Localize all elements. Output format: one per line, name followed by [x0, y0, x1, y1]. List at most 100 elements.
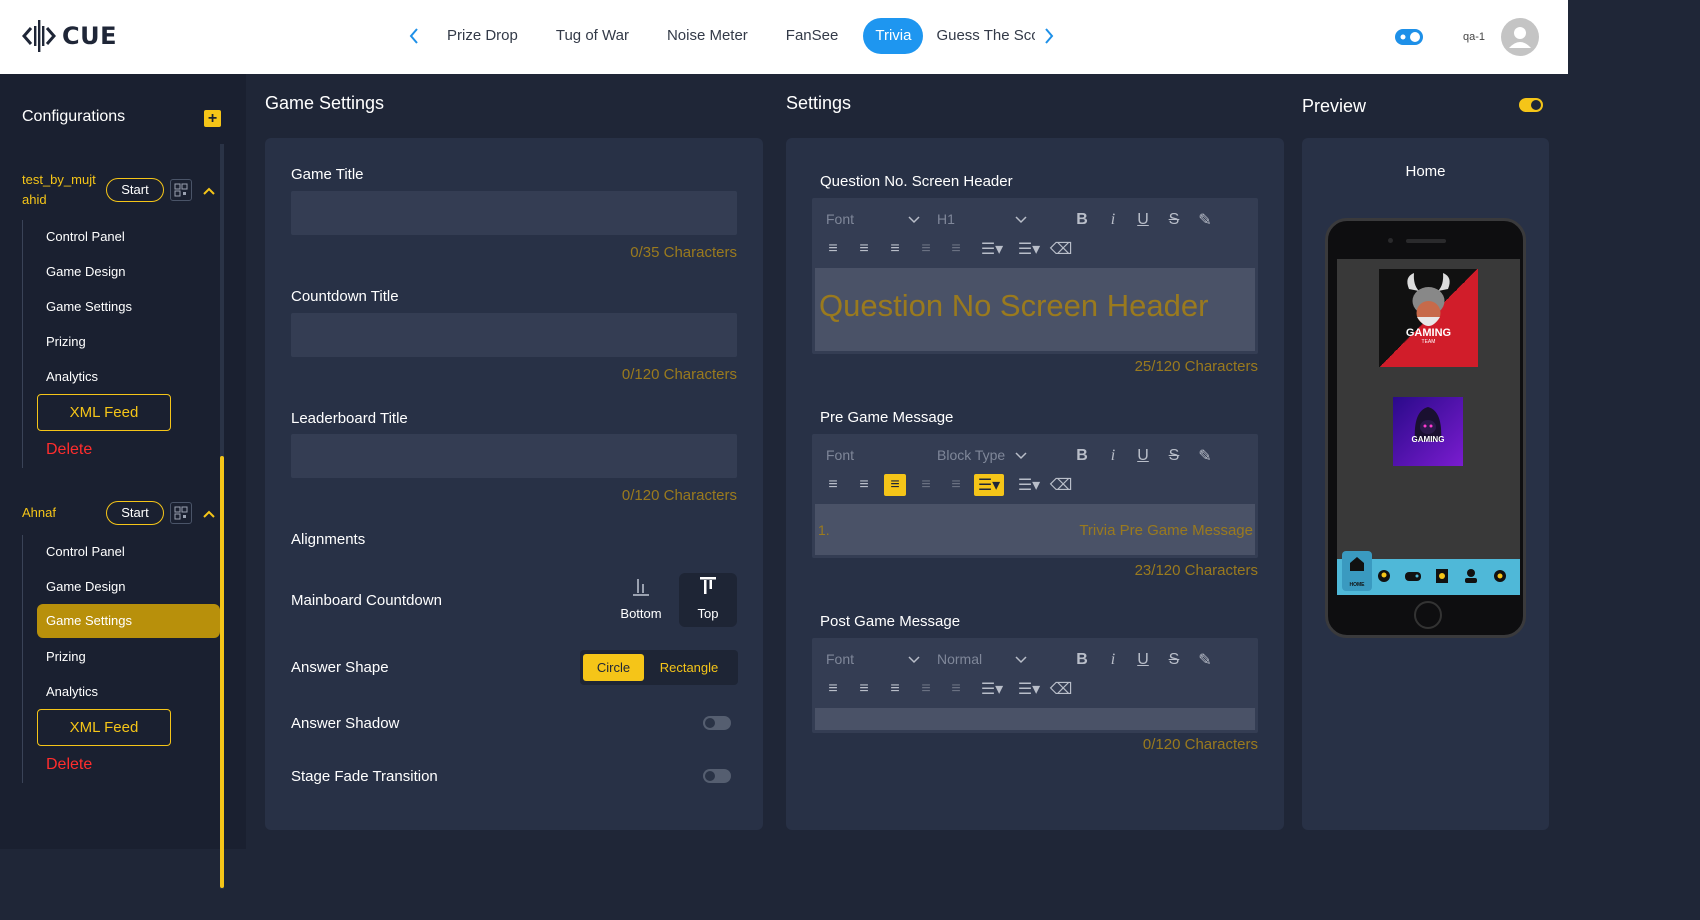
block-type-dropdown[interactable]: Normal — [937, 651, 982, 667]
eraser-icon[interactable]: ⌫ — [1050, 678, 1073, 700]
highlight-icon[interactable]: ✎ — [1194, 649, 1216, 671]
leaderboard-title-input[interactable] — [291, 434, 737, 478]
indent-icon[interactable]: ≡ — [915, 238, 937, 260]
block-type-dropdown[interactable]: H1 — [937, 211, 955, 227]
chevron-up-icon[interactable] — [202, 184, 216, 198]
italic-icon[interactable]: i — [1102, 209, 1124, 231]
font-dropdown[interactable]: Font — [826, 651, 854, 667]
strikethrough-icon[interactable]: S — [1163, 209, 1185, 231]
sidebar-item-prizing[interactable]: Prizing — [46, 649, 86, 664]
stage-fade-toggle[interactable] — [703, 769, 731, 783]
sidebar-item-game-design[interactable]: Game Design — [46, 264, 125, 279]
sidebar-item-game-design[interactable]: Game Design — [46, 579, 125, 594]
tab-fansee[interactable]: FanSee — [767, 18, 858, 54]
sidebar-item-analytics[interactable]: Analytics — [46, 369, 98, 384]
bold-icon[interactable]: B — [1071, 445, 1093, 467]
italic-icon[interactable]: i — [1102, 649, 1124, 671]
chevron-down-icon[interactable] — [1015, 216, 1027, 224]
config-name-1[interactable]: test_by_mujt ahid — [22, 170, 102, 210]
align-left-icon[interactable]: ≡ — [822, 238, 844, 260]
chevron-down-icon[interactable] — [908, 656, 920, 664]
align-center-icon[interactable]: ≡ — [853, 474, 875, 496]
outdent-icon[interactable]: ≡ — [945, 474, 967, 496]
logo[interactable]: CUE — [22, 18, 117, 54]
sidebar-item-prizing[interactable]: Prizing — [46, 334, 86, 349]
countdown-title-input[interactable] — [291, 313, 737, 357]
card-icon[interactable] — [1435, 568, 1449, 584]
avatar[interactable] — [1501, 18, 1539, 56]
italic-icon[interactable]: i — [1102, 445, 1124, 467]
highlight-icon[interactable]: ✎ — [1194, 445, 1216, 467]
gaming-team-logo[interactable]: GAMING TEAM — [1379, 269, 1478, 367]
align-left-icon[interactable]: ≡ — [822, 474, 844, 496]
badge-icon[interactable] — [1493, 569, 1507, 583]
chevron-down-icon[interactable] — [1015, 452, 1027, 460]
sidebar-item-control-panel[interactable]: Control Panel — [46, 544, 125, 559]
shape-circle-button[interactable]: Circle — [583, 654, 644, 681]
add-configuration-button[interactable]: + — [204, 110, 221, 127]
eraser-icon[interactable]: ⌫ — [1050, 474, 1073, 496]
answer-shadow-toggle[interactable] — [703, 716, 731, 730]
qr-code-button-2[interactable] — [170, 502, 192, 524]
indent-icon[interactable]: ≡ — [915, 678, 937, 700]
outdent-icon[interactable]: ≡ — [945, 678, 967, 700]
strikethrough-icon[interactable]: S — [1163, 445, 1185, 467]
pre-game-content[interactable]: 1. Trivia Pre Game Message — [815, 504, 1255, 555]
ordered-list-icon[interactable]: ☰▾ — [977, 238, 1007, 260]
trophy-icon[interactable] — [1377, 569, 1391, 583]
align-top-button[interactable]: Top — [679, 573, 737, 627]
question-header-content[interactable]: Question No Screen Header — [815, 268, 1255, 351]
bold-icon[interactable]: B — [1071, 649, 1093, 671]
align-left-icon[interactable]: ≡ — [822, 678, 844, 700]
qr-code-button-1[interactable] — [170, 179, 192, 201]
shape-rectangle-button[interactable]: Rectangle — [650, 654, 728, 681]
start-button-2[interactable]: Start — [106, 501, 164, 525]
xml-feed-button[interactable]: XML Feed — [37, 394, 171, 431]
gamepad-icon[interactable] — [1404, 569, 1422, 583]
underline-icon[interactable]: U — [1132, 445, 1154, 467]
unordered-list-icon[interactable]: ☰▾ — [1014, 678, 1044, 700]
chevron-up-icon[interactable] — [202, 507, 216, 521]
ordered-list-icon[interactable]: ☰▾ — [974, 474, 1004, 496]
align-center-icon[interactable]: ≡ — [853, 678, 875, 700]
game-title-input[interactable] — [291, 191, 737, 235]
sidebar-scrollbar-thumb[interactable] — [220, 456, 224, 888]
unordered-list-icon[interactable]: ☰▾ — [1014, 238, 1044, 260]
ordered-list-icon[interactable]: ☰▾ — [977, 678, 1007, 700]
highlight-icon[interactable]: ✎ — [1194, 209, 1216, 231]
xml-feed-button[interactable]: XML Feed — [37, 709, 171, 746]
unordered-list-icon[interactable]: ☰▾ — [1014, 474, 1044, 496]
start-button-1[interactable]: Start — [106, 178, 164, 202]
post-game-content[interactable] — [815, 708, 1255, 730]
tab-tug-of-war[interactable]: Tug of War — [537, 18, 648, 54]
nav-home[interactable]: HOME — [1342, 551, 1372, 591]
indent-icon[interactable]: ≡ — [915, 474, 937, 496]
font-dropdown[interactable]: Font — [826, 211, 854, 227]
underline-icon[interactable]: U — [1132, 209, 1154, 231]
sidebar-item-game-settings[interactable]: Game Settings — [46, 299, 132, 314]
chevron-down-icon[interactable] — [1015, 656, 1027, 664]
tabs-prev-button[interactable] — [400, 18, 428, 54]
align-bottom-button[interactable]: Bottom — [612, 573, 670, 627]
config-name-2[interactable]: Ahnaf — [22, 503, 56, 523]
delete-link[interactable]: Delete — [46, 756, 92, 774]
theme-toggle[interactable] — [1395, 29, 1423, 45]
tab-noise-meter[interactable]: Noise Meter — [648, 18, 767, 54]
profile-icon[interactable] — [1464, 568, 1478, 584]
block-type-dropdown[interactable]: Block Type — [937, 447, 1005, 463]
align-center-icon[interactable]: ≡ — [853, 238, 875, 260]
font-dropdown[interactable]: Font — [826, 447, 854, 463]
sidebar-scrollbar[interactable] — [220, 144, 224, 889]
sidebar-item-analytics[interactable]: Analytics — [46, 684, 98, 699]
delete-link[interactable]: Delete — [46, 441, 92, 459]
tab-trivia[interactable]: Trivia — [863, 18, 924, 54]
align-right-icon[interactable]: ≡ — [884, 238, 906, 260]
tab-prize-drop[interactable]: Prize Drop — [428, 18, 537, 54]
tab-guess-the-score[interactable]: Guess The Score — [929, 18, 1035, 54]
bold-icon[interactable]: B — [1071, 209, 1093, 231]
align-right-icon[interactable]: ≡ — [884, 678, 906, 700]
gaming-purple-logo[interactable]: GAMING — [1393, 397, 1463, 466]
tabs-next-button[interactable] — [1035, 18, 1063, 54]
eraser-icon[interactable]: ⌫ — [1050, 238, 1073, 260]
sidebar-item-game-settings-active[interactable]: Game Settings — [37, 604, 220, 638]
